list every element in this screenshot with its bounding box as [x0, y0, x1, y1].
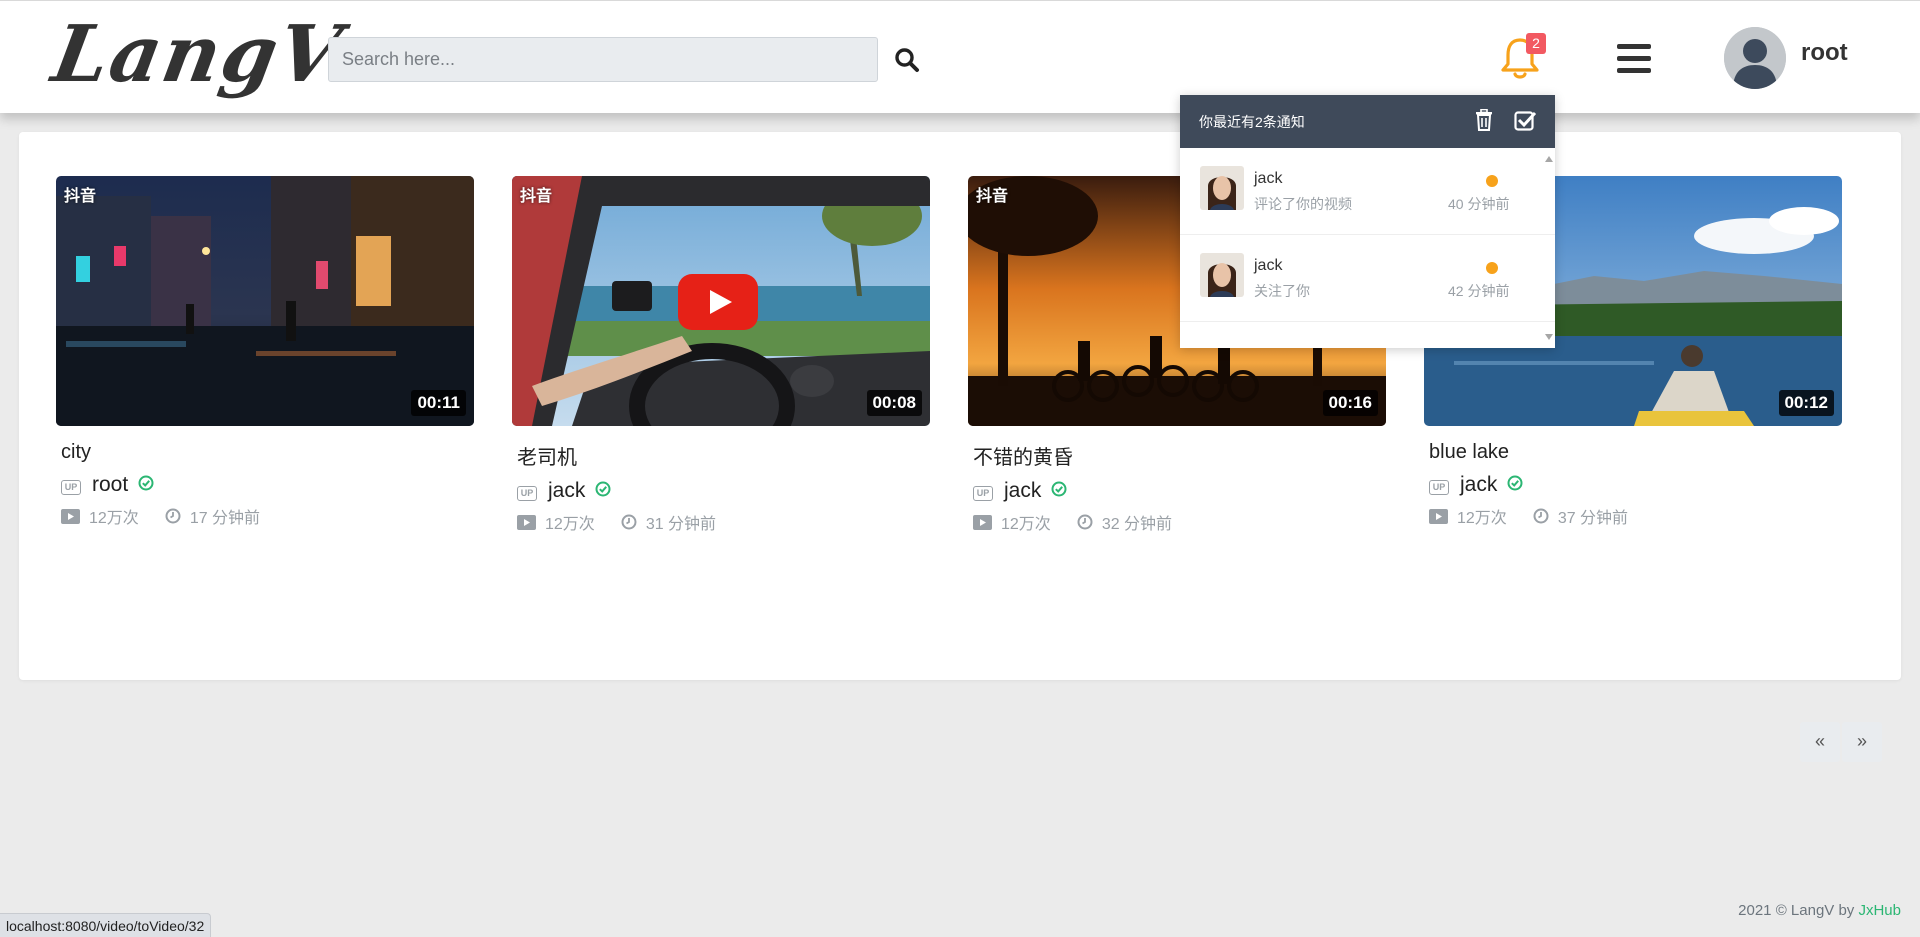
notification-list: jack 评论了你的视频 40 分钟前 jack 关注了你 42 分钟前: [1180, 148, 1555, 348]
site-logo[interactable]: LangV: [46, 9, 349, 100]
notification-avatar: [1200, 166, 1244, 210]
notification-item[interactable]: jack 评论了你的视频 40 分钟前: [1180, 148, 1555, 235]
video-author: UP jack: [1429, 472, 1842, 498]
clock-icon: [621, 514, 637, 530]
footer-copyright: 2021 © LangV by JxHub: [1738, 902, 1901, 919]
up-badge: UP: [1429, 479, 1449, 495]
clock-icon: [1077, 514, 1093, 530]
top-navbar: LangV 2 root: [0, 0, 1920, 113]
video-thumbnail[interactable]: 抖音 00:08: [512, 176, 930, 426]
video-title[interactable]: 老司机: [517, 441, 930, 470]
username-label[interactable]: root: [1801, 39, 1848, 67]
video-title[interactable]: city: [61, 441, 474, 464]
clock-icon: [165, 508, 181, 524]
pagination: « »: [1800, 722, 1884, 762]
douyin-watermark: 抖音: [64, 188, 97, 205]
author-name[interactable]: jack: [548, 479, 585, 503]
unread-dot: [1486, 175, 1498, 187]
video-card[interactable]: 抖音 00:08 老司机 UP jack 12万次 31 分钟前: [512, 176, 930, 534]
play-icon: [61, 508, 80, 524]
trash-icon[interactable]: [1474, 108, 1494, 134]
view-count: 12万次: [973, 510, 1051, 534]
video-meta: 12万次 32 分钟前: [973, 510, 1386, 534]
upload-time: 17 分钟前: [165, 504, 260, 528]
prev-page-button[interactable]: «: [1800, 722, 1840, 762]
notification-dropdown: 你最近有2条通知 jack 评论了你的视频 40 分钟前 jack 关注了你 4…: [1180, 95, 1555, 348]
verified-check-icon: [595, 481, 611, 502]
next-page-button[interactable]: »: [1842, 722, 1882, 762]
video-author: UP root: [61, 472, 474, 498]
notification-header: 你最近有2条通知: [1180, 95, 1555, 148]
upload-time: 31 分钟前: [621, 510, 716, 534]
notification-title: 你最近有2条通知: [1199, 113, 1305, 130]
notification-count-badge: 2: [1526, 33, 1546, 54]
author-name[interactable]: jack: [1460, 473, 1497, 497]
video-duration: 00:11: [411, 390, 466, 416]
notification-message: 关注了你: [1254, 283, 1310, 299]
scroll-down-arrow-icon[interactable]: [1545, 334, 1553, 340]
author-name[interactable]: root: [92, 473, 128, 497]
author-name[interactable]: jack: [1004, 479, 1041, 503]
video-duration: 00:16: [1322, 390, 1378, 416]
view-count: 12万次: [517, 510, 595, 534]
up-badge: UP: [517, 485, 537, 501]
video-title[interactable]: 不错的黄昏: [973, 441, 1386, 470]
view-count: 12万次: [61, 504, 139, 528]
video-meta: 12万次 31 分钟前: [517, 510, 930, 534]
video-title[interactable]: blue lake: [1429, 441, 1842, 464]
clock-icon: [1533, 508, 1549, 524]
up-badge: UP: [973, 485, 993, 501]
notification-time: 42 分钟前: [1448, 283, 1510, 299]
browser-status-url: localhost:8080/video/toVideo/32: [0, 913, 212, 937]
scroll-up-arrow-icon[interactable]: [1545, 156, 1553, 162]
upload-time: 32 分钟前: [1077, 510, 1172, 534]
up-badge: UP: [61, 479, 81, 495]
view-count: 12万次: [1429, 504, 1507, 528]
verified-check-icon: [1507, 475, 1523, 496]
search-input[interactable]: [328, 37, 878, 82]
mark-read-icon[interactable]: [1514, 109, 1537, 134]
play-icon: [1429, 508, 1448, 524]
search-icon[interactable]: [893, 46, 921, 74]
video-duration: 00:12: [1778, 390, 1834, 416]
play-icon: [973, 514, 992, 530]
video-card[interactable]: 抖音 00:11 city UP root 12万次 17 分钟前: [56, 176, 474, 528]
video-meta: 12万次 17 分钟前: [61, 504, 474, 528]
notification-sender: jack: [1254, 257, 1283, 274]
upload-time: 37 分钟前: [1533, 504, 1628, 528]
footer-link[interactable]: JxHub: [1858, 902, 1901, 919]
youtube-play-icon[interactable]: [678, 274, 758, 330]
notification-message: 评论了你的视频: [1254, 196, 1352, 212]
unread-dot: [1486, 262, 1498, 274]
douyin-watermark: 抖音: [976, 188, 1009, 205]
notification-avatar: [1200, 253, 1244, 297]
menu-icon[interactable]: [1617, 44, 1651, 74]
notification-sender: jack: [1254, 170, 1283, 187]
notification-time: 40 分钟前: [1448, 196, 1510, 212]
video-duration: 00:08: [866, 390, 922, 416]
notification-item[interactable]: jack 关注了你 42 分钟前: [1180, 235, 1555, 322]
video-list-card: 抖音 00:11 city UP root 12万次 17 分钟前 抖音 00:…: [19, 132, 1901, 762]
douyin-watermark: 抖音: [520, 188, 553, 205]
video-thumbnail[interactable]: 抖音 00:11: [56, 176, 474, 426]
notification-scrollbar[interactable]: [1542, 148, 1555, 348]
video-meta: 12万次 37 分钟前: [1429, 504, 1842, 528]
verified-check-icon: [1051, 481, 1067, 502]
verified-check-icon: [138, 475, 154, 496]
user-avatar[interactable]: [1724, 27, 1786, 89]
video-author: UP jack: [973, 478, 1386, 504]
play-icon: [517, 514, 536, 530]
video-author: UP jack: [517, 478, 930, 504]
